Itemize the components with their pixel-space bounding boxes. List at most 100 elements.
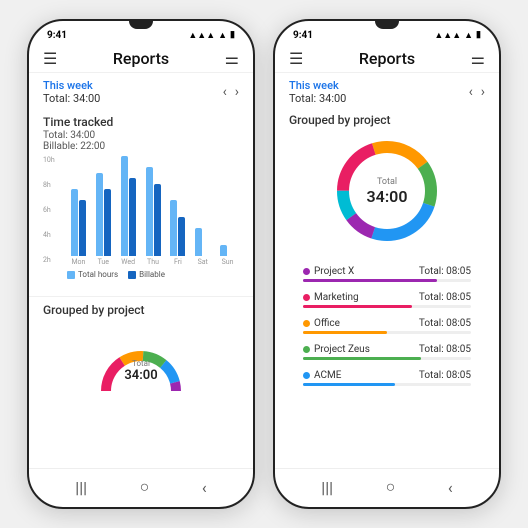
grouped-section-right: Grouped by project Total 34:00 — [275, 107, 499, 399]
donut-label-left: Total 34:00 — [124, 359, 157, 383]
project-bar-bg-2 — [303, 305, 471, 308]
bar-total — [220, 245, 227, 256]
bar-billable — [178, 217, 185, 256]
project-name-5: ACME — [303, 370, 341, 381]
project-name-1: Project X — [303, 266, 354, 277]
next-arrow-right[interactable]: › — [481, 84, 485, 100]
project-list: Project X Total: 08:05 Marketing — [289, 257, 485, 395]
project-bar-fill-2 — [303, 305, 412, 308]
app-header-left: ☰ Reports ⚌ — [29, 45, 253, 73]
nav-back-icon-r[interactable]: ‹ — [448, 478, 453, 497]
y-axis: 10h 8h 6h 4h 2h — [43, 156, 55, 266]
day-label: Thu — [147, 258, 159, 266]
nav-arrows-right[interactable]: ‹ › — [469, 84, 485, 100]
right-phone: 9:41 ▲▲▲ ▲ ▮ ☰ Reports ⚌ This week Total… — [273, 19, 501, 509]
week-nav-right: This week Total: 34:00 ‹ › — [275, 73, 499, 107]
donut-label-right: Total 34:00 — [367, 177, 408, 206]
project-dot-5 — [303, 372, 310, 379]
filter-icon-right[interactable]: ⚌ — [471, 49, 485, 68]
screen-content-right: Grouped by project Total 34:00 — [275, 107, 499, 468]
total-label-right: Total: 34:00 — [289, 92, 346, 105]
project-time-3: Total: 08:05 — [419, 318, 471, 329]
bottom-nav-left: ||| ○ ‹ — [29, 468, 253, 507]
legend-total: Total hours — [67, 270, 118, 279]
battery-icon-r: ▮ — [476, 30, 481, 40]
bar-total — [71, 189, 78, 256]
project-bar-bg-1 — [303, 279, 471, 282]
menu-icon-left[interactable]: ☰ — [43, 49, 57, 68]
week-label-right: This week — [289, 79, 346, 92]
nav-home-icon-r[interactable]: ○ — [386, 477, 396, 497]
list-item: Project Zeus Total: 08:05 — [289, 339, 485, 365]
bar-total — [121, 156, 128, 256]
bar-total — [195, 228, 202, 256]
donut-container-left: Total 34:00 — [43, 321, 239, 411]
status-icons-right: ▲▲▲ ▲ ▮ — [434, 30, 481, 41]
nav-lines-icon[interactable]: ||| — [75, 478, 87, 497]
grouped-title-left: Grouped by project — [43, 303, 239, 317]
project-time-5: Total: 08:05 — [419, 370, 471, 381]
nav-lines-icon-r[interactable]: ||| — [321, 478, 333, 497]
week-info-left: This week Total: 34:00 — [43, 79, 100, 105]
menu-icon-right[interactable]: ☰ — [289, 49, 303, 68]
project-bar-fill-1 — [303, 279, 437, 282]
screen-content-left: Time tracked Total: 34:00 Billable: 22:0… — [29, 107, 253, 468]
prev-arrow-right[interactable]: ‹ — [469, 84, 473, 100]
grouped-section-left: Grouped by project Total 34:00 — [29, 296, 253, 419]
project-time-2: Total: 08:05 — [419, 292, 471, 303]
list-item: ACME Total: 08:05 — [289, 365, 485, 391]
bar-total — [96, 173, 103, 256]
bar-chart-container: 10h 8h 6h 4h 2h MonTueWedThuFriSatSun To… — [43, 152, 239, 292]
day-label: Sun — [222, 258, 234, 266]
app-header-right: ☰ Reports ⚌ — [275, 45, 499, 73]
bar-billable — [104, 189, 111, 256]
donut-container-right: Total 34:00 — [289, 131, 485, 251]
project-dot-1 — [303, 268, 310, 275]
day-label: Sat — [198, 258, 208, 266]
list-item: Marketing Total: 08:05 — [289, 287, 485, 313]
project-bar-bg-4 — [303, 357, 471, 360]
nav-home-icon[interactable]: ○ — [140, 477, 150, 497]
week-label-left: This week — [43, 79, 100, 92]
bar-billable — [129, 178, 136, 256]
project-name-2: Marketing — [303, 292, 359, 303]
chart-section-left: Time tracked Total: 34:00 Billable: 22:0… — [29, 107, 253, 296]
notch-right — [375, 21, 399, 29]
project-name-4: Project Zeus — [303, 344, 370, 355]
project-bar-fill-5 — [303, 383, 395, 386]
project-name-3: Office — [303, 318, 340, 329]
bottom-nav-right: ||| ○ ‹ — [275, 468, 499, 507]
project-bar-fill-4 — [303, 357, 421, 360]
bar-group: Sat — [191, 228, 214, 266]
nav-arrows-left[interactable]: ‹ › — [223, 84, 239, 100]
prev-arrow-left[interactable]: ‹ — [223, 84, 227, 100]
next-arrow-left[interactable]: › — [235, 84, 239, 100]
page-title-right: Reports — [359, 49, 415, 68]
nav-back-icon[interactable]: ‹ — [202, 478, 207, 497]
filter-icon-left[interactable]: ⚌ — [225, 49, 239, 68]
time-right: 9:41 — [293, 30, 313, 41]
battery-icon: ▮ — [230, 30, 235, 40]
legend-billable: Billable — [128, 270, 165, 279]
week-info-right: This week Total: 34:00 — [289, 79, 346, 105]
signal-icon: ▲▲▲ — [188, 30, 215, 41]
project-bar-fill-3 — [303, 331, 387, 334]
chart-title: Time tracked — [43, 115, 239, 129]
wifi-icon: ▲ — [218, 30, 227, 41]
status-icons-left: ▲▲▲ ▲ ▮ — [188, 30, 235, 41]
bar-billable — [154, 184, 161, 256]
project-bar-bg-5 — [303, 383, 471, 386]
bar-group: Thu — [142, 167, 165, 266]
day-label: Fri — [174, 258, 182, 266]
chart-sub-2: Billable: 22:00 — [43, 141, 239, 152]
project-dot-3 — [303, 320, 310, 327]
project-time-4: Total: 08:05 — [419, 344, 471, 355]
time-left: 9:41 — [47, 30, 67, 41]
list-item: Office Total: 08:05 — [289, 313, 485, 339]
page-title-left: Reports — [113, 49, 169, 68]
grouped-title-right: Grouped by project — [289, 113, 485, 127]
bar-group: Fri — [166, 200, 189, 266]
bar-chart: 10h 8h 6h 4h 2h MonTueWedThuFriSatSun — [43, 156, 239, 266]
status-bar-right: 9:41 ▲▲▲ ▲ ▮ — [275, 21, 499, 45]
day-label: Mon — [71, 258, 85, 266]
